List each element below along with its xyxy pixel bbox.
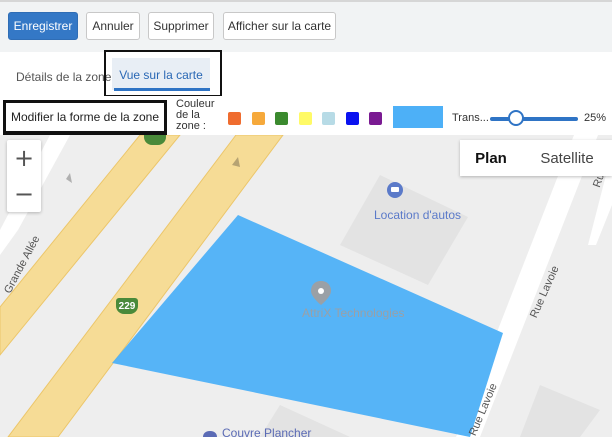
one-way-arrow-icon	[66, 173, 72, 183]
map-type-satellite-button[interactable]: Satellite	[522, 140, 612, 176]
transparency-slider-track[interactable]	[490, 117, 578, 121]
car-glyph	[391, 187, 399, 192]
map-type-control: Plan Satellite	[460, 140, 612, 176]
color-swatch-amber[interactable]	[252, 112, 265, 125]
highway-shield-icon: 229	[116, 298, 138, 314]
color-swatch-orange[interactable]	[228, 112, 241, 125]
building-block	[520, 385, 600, 437]
map-type-plan-button[interactable]: Plan	[460, 140, 522, 176]
poi-label-location-autos[interactable]: Location d'autos	[374, 208, 461, 222]
highlight-box-modify-shape	[3, 100, 167, 135]
poi-label-attrix-technologies[interactable]: AttriX Technologies	[302, 306, 405, 320]
map-layers	[0, 135, 612, 437]
zone-color-label-line-3: zone :	[176, 120, 206, 132]
map-canvas[interactable]: Location d'autos AttriX Technologies Cou…	[0, 135, 612, 437]
delete-button[interactable]: Supprimer	[148, 12, 214, 40]
map-pin-dot	[318, 288, 324, 294]
cancel-button[interactable]: Annuler	[86, 12, 140, 40]
zoom-in-button[interactable]: +	[7, 140, 41, 176]
transparency-slider-handle[interactable]	[508, 110, 524, 126]
color-swatch-purple[interactable]	[369, 112, 382, 125]
color-swatch-blue[interactable]	[346, 112, 359, 125]
selected-color-picker[interactable]	[393, 106, 443, 128]
poi-label-couvre-plancher[interactable]: Couvre Plancher	[222, 426, 311, 437]
save-button[interactable]: Enregistrer	[8, 12, 78, 40]
color-swatch-green[interactable]	[275, 112, 288, 125]
highlight-box-map-tab	[104, 50, 222, 97]
tab-zone-details[interactable]: Détails de la zone	[16, 70, 111, 84]
building-block	[340, 175, 468, 285]
color-swatch-yellow[interactable]	[299, 112, 312, 125]
color-swatch-light-blue[interactable]	[322, 112, 335, 125]
show-on-map-button[interactable]: Afficher sur la carte	[223, 12, 336, 40]
transparency-label: Trans...	[452, 112, 489, 124]
zone-color-label: Couleur de la zone :	[176, 99, 226, 132]
zoom-out-button[interactable]: −	[7, 176, 41, 212]
zoom-control: + −	[7, 140, 41, 212]
map-pin-icon[interactable]	[203, 431, 217, 437]
transparency-value: 25%	[584, 112, 607, 124]
